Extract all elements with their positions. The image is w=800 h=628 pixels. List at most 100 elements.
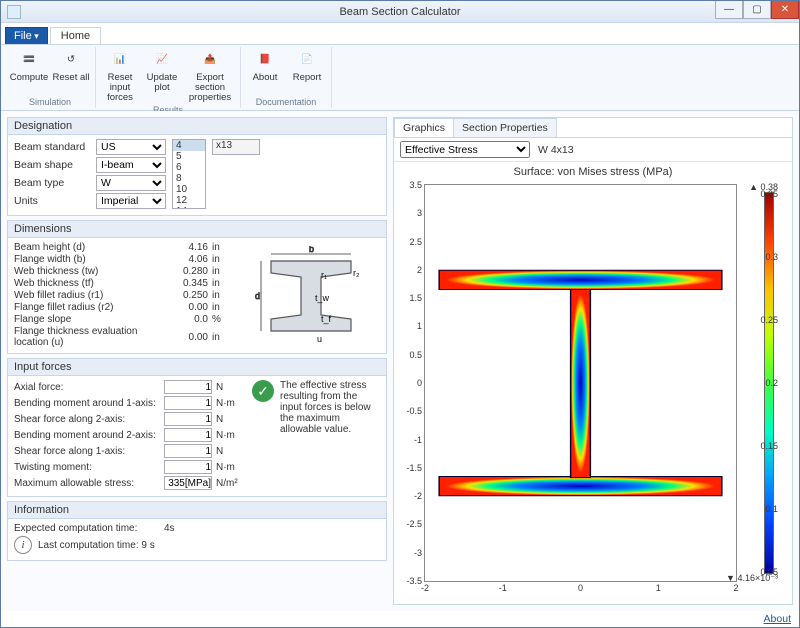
dim-label: Web thickness (tf) bbox=[14, 278, 174, 289]
svg-text:b: b bbox=[309, 246, 314, 254]
info-header: Information bbox=[8, 502, 386, 519]
last-time-text: Last computation time: 9 s bbox=[38, 540, 155, 551]
minimize-button[interactable]: — bbox=[715, 1, 743, 19]
beam-shape-select[interactable]: I-beam bbox=[96, 157, 166, 173]
dim-unit: in bbox=[212, 254, 234, 265]
expected-time-value: 4s bbox=[164, 523, 175, 534]
force-input[interactable] bbox=[164, 396, 212, 410]
file-menu[interactable]: File bbox=[5, 27, 48, 44]
size-option[interactable]: 6 bbox=[173, 162, 205, 173]
dim-value: 4.06 bbox=[174, 254, 208, 265]
reset-icon: ↺ bbox=[60, 49, 82, 71]
beam-type-select[interactable]: W bbox=[96, 175, 166, 191]
about-link[interactable]: About bbox=[764, 613, 791, 625]
force-label: Twisting moment: bbox=[14, 462, 164, 473]
plot-panel: Graphics Section Properties Effective St… bbox=[393, 117, 793, 605]
dim-unit: in bbox=[212, 302, 234, 313]
app-window: Beam Section Calculator — ▢ ✕ File Home … bbox=[0, 0, 800, 628]
force-input[interactable] bbox=[164, 428, 212, 442]
export-icon: 📤 bbox=[199, 49, 221, 71]
window-title: Beam Section Calculator bbox=[1, 6, 799, 18]
size-option[interactable]: 10 bbox=[173, 184, 205, 195]
plot-section-label: W 4x13 bbox=[538, 144, 574, 156]
compute-button[interactable]: 🟰Compute bbox=[9, 47, 49, 97]
size-listbox[interactable]: 4568101214 bbox=[172, 139, 206, 209]
svg-text:t_w: t_w bbox=[315, 293, 330, 303]
y-tick: 1.5 bbox=[409, 293, 425, 303]
designation-header: Designation bbox=[8, 118, 386, 135]
y-tick: -3 bbox=[414, 548, 425, 558]
colorbar-tick: 0.35 bbox=[760, 189, 778, 199]
units-select[interactable]: Imperial bbox=[96, 193, 166, 209]
svg-text:u: u bbox=[317, 334, 322, 344]
tab-graphics[interactable]: Graphics bbox=[394, 118, 454, 137]
svg-text:r₁: r₁ bbox=[321, 270, 327, 280]
force-label: Axial force: bbox=[14, 382, 164, 393]
size-option[interactable]: 8 bbox=[173, 173, 205, 184]
dim-label: Beam height (d) bbox=[14, 242, 174, 253]
size-option[interactable]: 14 bbox=[173, 206, 205, 209]
y-tick: -0.5 bbox=[406, 406, 425, 416]
colorbar-tick: 0.05 bbox=[760, 567, 778, 577]
plot-area[interactable]: Surface: von Mises stress (MPa) bbox=[394, 162, 792, 604]
force-unit: N bbox=[216, 382, 223, 393]
dim-label: Web fillet radius (r1) bbox=[14, 290, 174, 301]
force-input[interactable] bbox=[164, 444, 212, 458]
dim-value: 0.00 bbox=[174, 302, 208, 313]
y-tick: 0 bbox=[417, 378, 425, 388]
y-tick: 2 bbox=[417, 265, 425, 275]
reset-all-button[interactable]: ↺Reset all bbox=[51, 47, 91, 97]
close-button[interactable]: ✕ bbox=[771, 1, 799, 19]
svg-text:r₂: r₂ bbox=[353, 268, 360, 278]
maximize-button[interactable]: ▢ bbox=[743, 1, 771, 19]
forces-header: Input forces bbox=[8, 359, 386, 376]
forces-section: Input forces Axial force: N Bending moment… bbox=[7, 358, 387, 497]
y-tick: 0.5 bbox=[409, 350, 425, 360]
update-plot-button[interactable]: 📈Update plot bbox=[142, 47, 182, 105]
dim-label: Flange slope bbox=[14, 314, 174, 325]
dim-value: 0.345 bbox=[174, 278, 208, 289]
dimensions-section: Dimensions Beam height (d)4.16inFlange w… bbox=[7, 220, 387, 354]
dim-unit: in bbox=[212, 266, 234, 277]
dim-label: Flange fillet radius (r2) bbox=[14, 302, 174, 313]
x-tick: 1 bbox=[656, 581, 661, 593]
dim-value: 0.0 bbox=[174, 314, 208, 325]
export-section-button[interactable]: 📤Export section properties bbox=[184, 47, 236, 105]
beam-shape-label: Beam shape bbox=[14, 159, 92, 171]
tab-home[interactable]: Home bbox=[50, 27, 101, 44]
footer: About bbox=[1, 611, 799, 627]
y-tick: -2.5 bbox=[406, 519, 425, 529]
beam-standard-select[interactable]: US bbox=[96, 139, 166, 155]
group-documentation: Documentation bbox=[256, 97, 317, 108]
report-button[interactable]: 📄Report bbox=[287, 47, 327, 97]
size-option[interactable]: 5 bbox=[173, 151, 205, 162]
force-label: Bending moment around 2-axis: bbox=[14, 430, 164, 441]
y-tick: 1 bbox=[417, 321, 425, 331]
beam-standard-label: Beam standard bbox=[14, 141, 92, 153]
titlebar: Beam Section Calculator — ▢ ✕ bbox=[1, 1, 799, 23]
plot-type-select[interactable]: Effective Stress bbox=[400, 141, 530, 158]
colorbar-tick: 0.25 bbox=[760, 315, 778, 325]
force-input[interactable] bbox=[164, 476, 212, 490]
reset-input-button[interactable]: 📊Reset input forces bbox=[100, 47, 140, 105]
report-icon: 📄 bbox=[296, 49, 318, 71]
y-tick: 2.5 bbox=[409, 237, 425, 247]
dim-value: 4.16 bbox=[174, 242, 208, 253]
group-simulation: Simulation bbox=[29, 97, 71, 108]
size-option[interactable]: 4 bbox=[173, 140, 205, 151]
svg-text:d: d bbox=[255, 291, 260, 301]
force-input[interactable] bbox=[164, 380, 212, 394]
about-button[interactable]: 📕About bbox=[245, 47, 285, 97]
force-input[interactable] bbox=[164, 412, 212, 426]
dim-label: Web thickness (tw) bbox=[14, 266, 174, 277]
force-input[interactable] bbox=[164, 460, 212, 474]
menubar: File Home bbox=[1, 23, 799, 45]
dim-unit: in bbox=[212, 290, 234, 301]
dim-value: 0.280 bbox=[174, 266, 208, 277]
variant-box[interactable]: x13 bbox=[212, 139, 260, 155]
tab-section-properties[interactable]: Section Properties bbox=[453, 118, 557, 137]
colorbar-tick: 0.1 bbox=[765, 504, 778, 514]
colorbar-tick: 0.15 bbox=[760, 441, 778, 451]
plot-title: Surface: von Mises stress (MPa) bbox=[394, 162, 792, 182]
size-option[interactable]: 12 bbox=[173, 195, 205, 206]
